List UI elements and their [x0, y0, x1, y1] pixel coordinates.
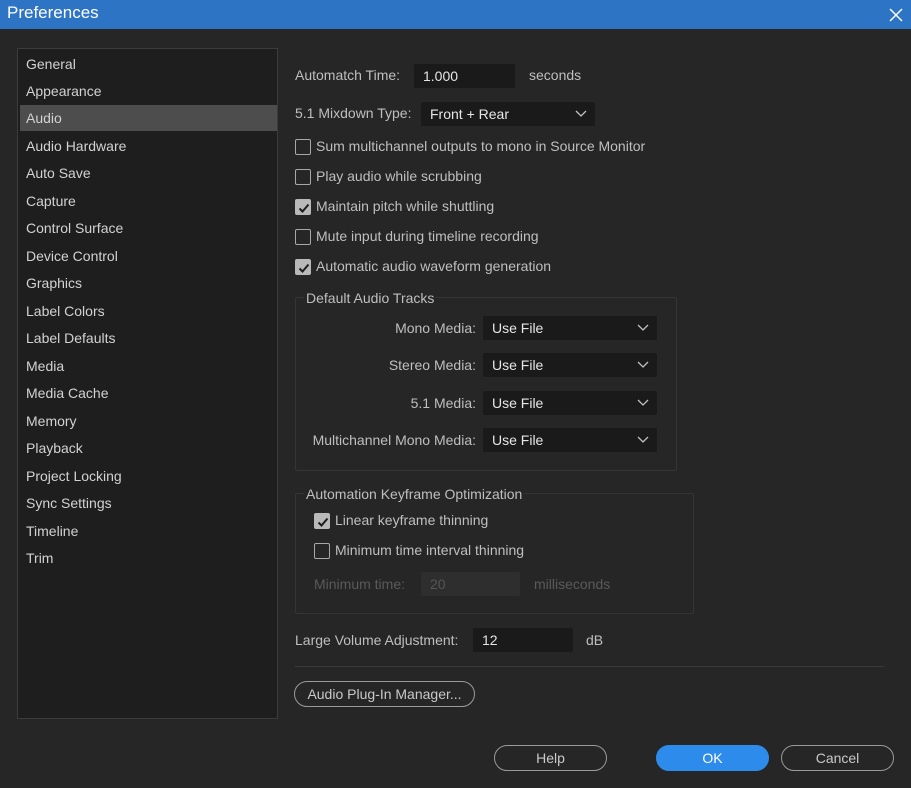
sidebar-item-capture[interactable]: Capture — [20, 188, 277, 214]
keyframe-optimization-title: Automation Keyframe Optimization — [304, 486, 525, 502]
audio-plugin-manager-button[interactable]: Audio Plug-In Manager... — [294, 681, 475, 707]
sidebar-item-appearance[interactable]: Appearance — [20, 78, 277, 104]
five-one-media-label: 5.1 Media: — [410, 395, 476, 411]
sidebar-item-trim[interactable]: Trim — [20, 545, 277, 571]
mute-input-checkbox[interactable] — [295, 229, 311, 245]
automatch-time-label: Automatch Time: — [295, 67, 401, 83]
multichannel-mono-media-select[interactable]: Use File — [483, 428, 657, 452]
sidebar-item-media-cache[interactable]: Media Cache — [20, 380, 277, 406]
title-bar: Preferences — [0, 0, 911, 29]
sidebar-item-label-colors[interactable]: Label Colors — [20, 298, 277, 324]
minimum-time-label: Minimum time: — [314, 576, 406, 592]
five-one-media-select[interactable]: Use File — [483, 391, 657, 415]
mono-media-value: Use File — [492, 320, 544, 336]
chevron-down-icon — [637, 324, 649, 331]
sidebar-item-playback[interactable]: Playback — [20, 435, 277, 461]
multichannel-mono-media-value: Use File — [492, 432, 544, 448]
chevron-down-icon — [575, 110, 587, 117]
auto-waveform-checkbox[interactable] — [295, 259, 311, 275]
multichannel-mono-media-label: Multichannel Mono Media: — [312, 432, 476, 448]
minimum-time-unit: milliseconds — [534, 576, 611, 592]
minimum-time-input — [421, 572, 520, 596]
chevron-down-icon — [637, 436, 649, 443]
linear-keyframe-thinning-checkbox[interactable] — [314, 513, 330, 529]
checkmark-icon — [317, 517, 329, 527]
linear-keyframe-thinning-label: Linear keyframe thinning — [335, 512, 489, 528]
sidebar-item-general[interactable]: General — [20, 51, 277, 77]
sum-multichannel-label: Sum multichannel outputs to mono in Sour… — [316, 138, 646, 154]
sidebar-item-auto-save[interactable]: Auto Save — [20, 160, 277, 186]
close-icon — [888, 7, 903, 22]
five-one-media-value: Use File — [492, 395, 544, 411]
minimum-time-thinning-label: Minimum time interval thinning — [335, 542, 525, 558]
sum-multichannel-checkbox[interactable] — [295, 139, 311, 155]
chevron-down-icon — [637, 399, 649, 406]
sidebar-item-audio-hardware[interactable]: Audio Hardware — [20, 133, 277, 159]
cancel-button[interactable]: Cancel — [781, 745, 894, 771]
automatch-time-input[interactable] — [414, 64, 515, 88]
window-title: Preferences — [7, 3, 99, 22]
minimum-time-thinning-checkbox[interactable] — [314, 543, 330, 559]
sidebar-item-audio[interactable]: Audio — [20, 105, 277, 131]
sidebar-item-project-locking[interactable]: Project Locking — [20, 463, 277, 489]
checkmark-icon — [298, 263, 310, 273]
sidebar-item-sync-settings[interactable]: Sync Settings — [20, 490, 277, 516]
sidebar-item-device-control[interactable]: Device Control — [20, 243, 277, 269]
large-volume-unit: dB — [586, 632, 604, 648]
stereo-media-label: Stereo Media: — [388, 357, 476, 373]
mixdown-type-label: 5.1 Mixdown Type: — [295, 105, 412, 121]
sidebar-item-timeline[interactable]: Timeline — [20, 518, 277, 544]
mixdown-type-select[interactable]: Front + Rear — [421, 102, 595, 126]
play-audio-scrubbing-label: Play audio while scrubbing — [316, 168, 482, 184]
mono-media-select[interactable]: Use File — [483, 316, 657, 340]
large-volume-input[interactable] — [473, 628, 573, 652]
preferences-sidebar: General Appearance Audio Audio Hardware … — [17, 48, 278, 719]
sidebar-item-label-defaults[interactable]: Label Defaults — [20, 325, 277, 351]
sidebar-item-memory[interactable]: Memory — [20, 408, 277, 434]
automatch-time-unit: seconds — [529, 67, 582, 83]
maintain-pitch-label: Maintain pitch while shuttling — [316, 198, 495, 214]
mono-media-label: Mono Media: — [395, 320, 476, 336]
stereo-media-value: Use File — [492, 357, 544, 373]
sidebar-item-control-surface[interactable]: Control Surface — [20, 215, 277, 241]
play-audio-scrubbing-checkbox[interactable] — [295, 169, 311, 185]
large-volume-label: Large Volume Adjustment: — [295, 632, 459, 648]
checkmark-icon — [298, 203, 310, 213]
chevron-down-icon — [637, 361, 649, 368]
close-button[interactable] — [880, 0, 911, 29]
ok-button[interactable]: OK — [656, 745, 769, 771]
mute-input-label: Mute input during timeline recording — [316, 228, 539, 244]
default-audio-tracks-title: Default Audio Tracks — [304, 290, 437, 306]
help-button[interactable]: Help — [494, 745, 607, 771]
sidebar-item-graphics[interactable]: Graphics — [20, 270, 277, 296]
stereo-media-select[interactable]: Use File — [483, 353, 657, 377]
mixdown-type-value: Front + Rear — [430, 106, 509, 122]
maintain-pitch-checkbox[interactable] — [295, 199, 311, 215]
auto-waveform-label: Automatic audio waveform generation — [316, 258, 552, 274]
divider — [295, 666, 884, 667]
sidebar-item-media[interactable]: Media — [20, 353, 277, 379]
